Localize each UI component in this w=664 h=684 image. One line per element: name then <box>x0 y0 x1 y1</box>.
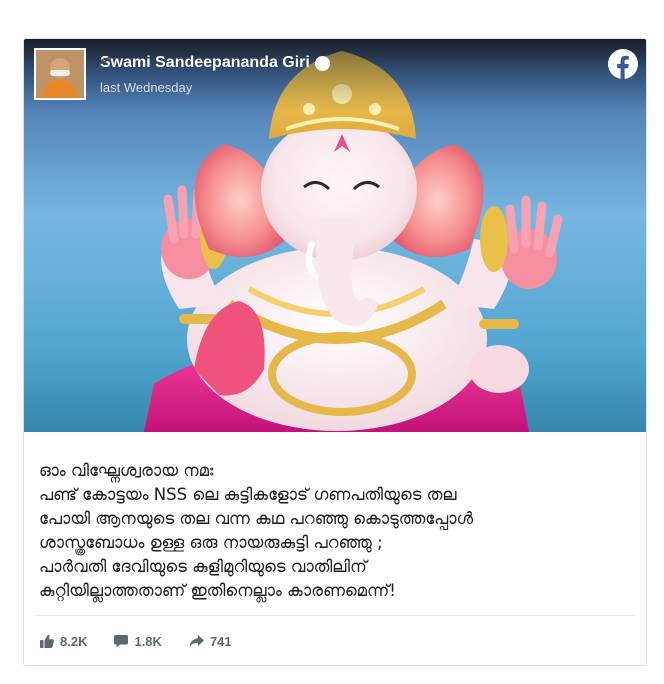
like-count-value: 8.2K <box>60 633 88 649</box>
share-count[interactable]: 741 <box>188 633 232 649</box>
share-arrow-icon <box>189 635 204 647</box>
comment-count-value: 1.8K <box>134 633 162 649</box>
facebook-f-icon <box>608 49 638 79</box>
share-count-value: 741 <box>209 633 232 649</box>
post-timestamp[interactable]: last Wednesday <box>100 80 192 95</box>
verified-badge-icon <box>101 55 330 71</box>
author-name[interactable]: Swami Sandeepananda Giri <box>100 54 330 72</box>
author-avatar[interactable] <box>34 48 86 100</box>
facebook-logo-icon[interactable] <box>608 49 638 79</box>
post-text-line: പോയി ആനയുടെ തല വന്ന കഥ പറഞ്ഞു കൊടുത്തപ്പ… <box>39 509 474 528</box>
comment-icon <box>114 635 129 648</box>
like-count[interactable]: 8.2K <box>39 633 87 649</box>
post-divider <box>36 615 634 616</box>
post-text: ഓം വിഘ്നേശ്വരായ നമഃ പണ്ട് കോട്ടയം NSS ലെ… <box>39 459 631 603</box>
post-text-line: കുറ്റിയില്ലാത്തതാണ് ഇതിനെല്ലാം കാരണമെന്ന… <box>39 581 396 600</box>
post-text-line: പാർവതി ദേവിയുടെ കുളിമുറിയുടെ വാതിലിന് <box>39 557 367 576</box>
facebook-post-card: Swami Sandeepananda Giri last Wednesday … <box>23 38 647 666</box>
post-text-line: പണ്ട് കോട്ടയം NSS ലെ കുട്ടികളോട് ഗണപതിയു… <box>39 485 457 504</box>
post-text-line: ശാസ്ത്രബോധം ഉള്ള ഒരു നായരുകുട്ടി പറഞ്ഞു … <box>39 533 383 552</box>
post-header: Swami Sandeepananda Giri last Wednesday <box>24 39 646 111</box>
post-image[interactable]: Swami Sandeepananda Giri last Wednesday <box>24 39 646 432</box>
avatar-portrait-icon <box>36 50 84 98</box>
post-stats: 8.2K 1.8K 741 <box>39 631 258 651</box>
thumbs-up-icon <box>40 634 54 648</box>
post-text-line: ഓം വിഘ്നേശ്വരായ നമഃ <box>39 461 214 480</box>
comment-count[interactable]: 1.8K <box>113 633 162 649</box>
check-icon <box>101 56 110 64</box>
author-name-text[interactable]: Swami Sandeepananda Giri <box>100 54 310 72</box>
